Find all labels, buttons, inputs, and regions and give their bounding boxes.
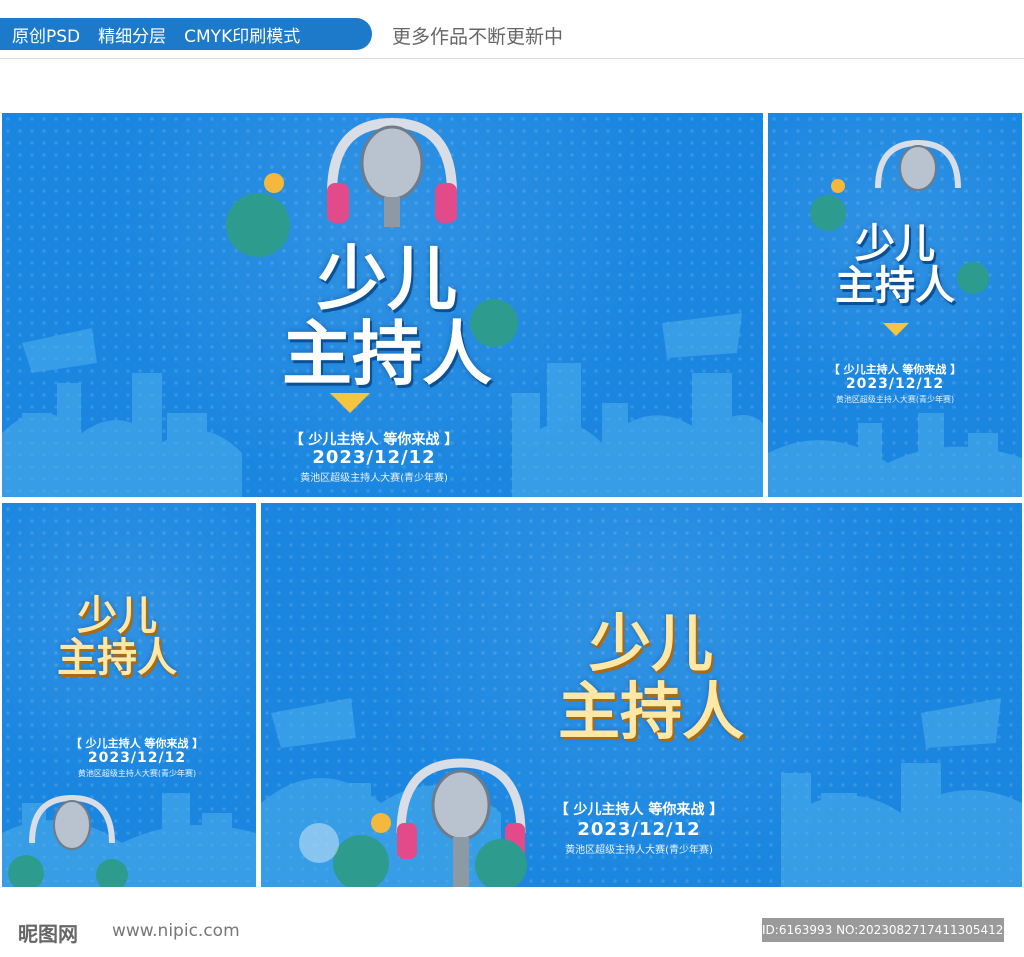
poster-title-line2: 主持人 (557, 675, 745, 748)
poster-slogan: 【 少儿主持人 等你来战 】 (828, 363, 962, 376)
header-divider (0, 58, 1024, 59)
poster-slogan: 【 少儿主持人 等你来战 】 (554, 802, 724, 818)
tag-psd: 原创PSD (12, 26, 81, 47)
site-logo: 昵图网 (18, 922, 78, 946)
header-side-text: 更多作品不断更新中 (392, 26, 564, 48)
poster-date: 2023/12/12 (845, 376, 945, 392)
image-id-badge: ID:6163993 NO:20230827174113054122 (762, 918, 1011, 942)
site-url[interactable]: www.nipic.com (112, 921, 240, 941)
poster-slogan: 【 少儿主持人 等你来战 】 (70, 737, 204, 750)
poster-panel-large: 少儿 主持人 【 少儿主持人 等你来战 】 2023/12/12 黄池区超级主持… (2, 113, 763, 497)
poster-title-line2: 主持人 (57, 635, 177, 681)
poster-title-line2: 主持人 (282, 313, 492, 395)
tag-layers: 精细分层 (98, 26, 167, 47)
header-tags: 原创PSD 精细分层 CMYK印刷模式 (0, 18, 372, 50)
poster-date: 2023/12/12 (577, 819, 701, 840)
poster-subtitle: 黄池区超级主持人大赛(青少年赛) (300, 473, 448, 484)
microphone-art (8, 794, 128, 887)
poster-subtitle: 黄池区超级主持人大赛(青少年赛) (835, 395, 955, 404)
poster-subtitle: 黄池区超级主持人大赛(青少年赛) (77, 769, 197, 778)
poster-panel-wide: 少儿 主持人 【 少儿主持人 等你来战 】 2023/12/12 黄池区超级主持… (261, 503, 1022, 887)
tag-cmyk: CMYK印刷模式 (184, 26, 301, 47)
poster-panel-vertical: 少儿 主持人 【 少儿主持人 等你来战 】 2023/12/12 黄池区超级主持… (2, 503, 256, 887)
poster-subtitle: 黄池区超级主持人大赛(青少年赛) (565, 845, 713, 856)
poster-date: 2023/12/12 (312, 447, 436, 468)
poster-title-line2: 主持人 (835, 263, 955, 309)
poster-slogan: 【 少儿主持人 等你来战 】 (289, 432, 459, 448)
poster-date: 2023/12/12 (87, 750, 187, 766)
poster-panel-small: 少儿 主持人 【 少儿主持人 等你来战 】 2023/12/12 黄池区超级主持… (768, 113, 1022, 497)
microphone-headphones-art (299, 758, 527, 887)
